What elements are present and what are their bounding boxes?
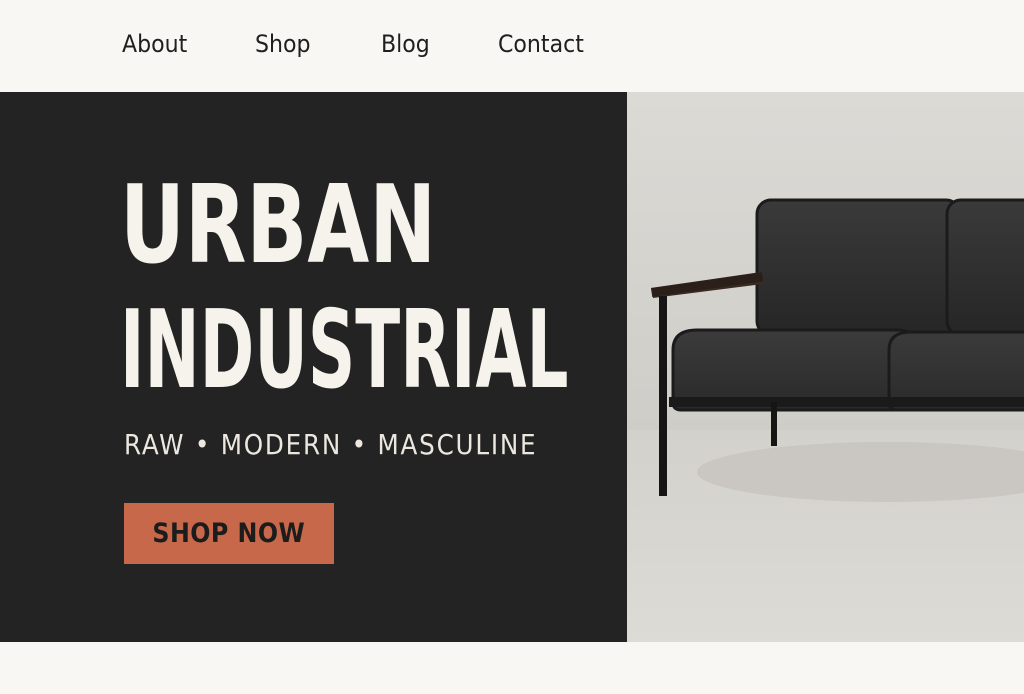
top-nav: About Shop Blog Contact xyxy=(0,0,1024,92)
nav-link-blog[interactable]: Blog xyxy=(381,30,430,58)
nav-link-shop[interactable]: Shop xyxy=(255,30,311,58)
black-sofa-image xyxy=(627,92,1024,642)
hero-text-panel: URBAN INDUSTRIAL RAW • MODERN • MASCULIN… xyxy=(0,92,627,642)
nav-link-contact[interactable]: Contact xyxy=(498,30,584,58)
hero-tagline: RAW • MODERN • MASCULINE xyxy=(124,428,538,461)
bottom-strip xyxy=(0,642,1024,694)
hero-section: URBAN INDUSTRIAL RAW • MODERN • MASCULIN… xyxy=(0,92,1024,642)
shop-now-label: SHOP NOW xyxy=(152,518,306,549)
page: About Shop Blog Contact URBAN INDUSTRIAL… xyxy=(0,0,1024,694)
hero-title-line-2: INDUSTRIAL xyxy=(120,288,569,413)
nav-link-about[interactable]: About xyxy=(122,30,187,58)
hero-title-line-1: URBAN xyxy=(120,163,437,288)
shop-now-button[interactable]: SHOP NOW xyxy=(124,503,334,564)
sofa-photo xyxy=(627,92,1024,642)
